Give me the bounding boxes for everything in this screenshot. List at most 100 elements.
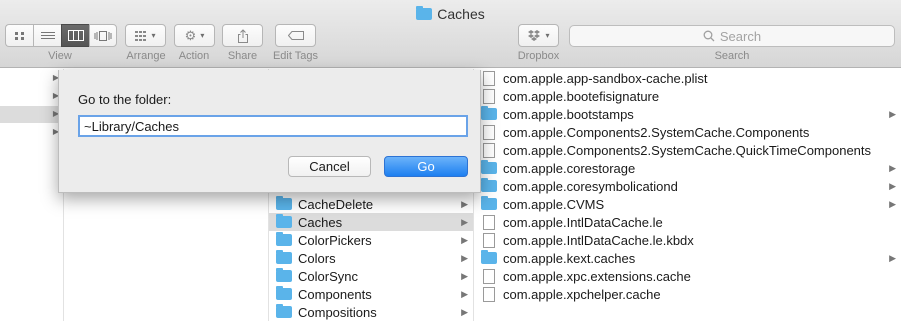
list-item[interactable]: com.apple.xpc.extensions.cache: [474, 267, 901, 285]
list-item[interactable]: com.apple.Components2.SystemCache.QuickT…: [474, 141, 901, 159]
list-view-icon[interactable]: [33, 24, 61, 47]
list-item-label: com.apple.kext.caches: [503, 250, 636, 266]
action-control[interactable]: ⚙ ▾: [174, 24, 215, 48]
list-item[interactable]: com.apple.Components2.SystemCache.Compon…: [474, 123, 901, 141]
dialog-label: Go to the folder:: [78, 92, 172, 107]
list-item[interactable]: com.apple.CVMS ▶: [474, 195, 901, 213]
list-item[interactable]: ColorPickers ▶: [269, 231, 473, 249]
list-item[interactable]: com.apple.IntlDataCache.le: [474, 213, 901, 231]
document-icon: [483, 268, 495, 284]
share-button[interactable]: [222, 24, 263, 47]
gear-icon: ⚙: [184, 27, 197, 43]
list-item-label: com.apple.xpc.extensions.cache: [503, 268, 691, 284]
list-item[interactable]: com.apple.coresymbolicationd ▶: [474, 177, 901, 195]
dropbox-icon: [528, 29, 541, 41]
folder-icon: [276, 214, 292, 228]
list-item[interactable]: ColorSync ▶: [269, 267, 473, 285]
icon-view-icon[interactable]: [5, 24, 33, 47]
dropbox-button[interactable]: ▾: [518, 24, 559, 47]
list-item-label: com.apple.IntlDataCache.le.kbdx: [503, 232, 694, 248]
document-icon: [483, 214, 495, 230]
chevron-right-icon: ▶: [889, 162, 896, 173]
list-item[interactable]: Compositions ▶: [269, 303, 473, 321]
search-label: Search: [714, 50, 750, 62]
action-label: Action: [178, 50, 210, 62]
list-item-label: com.apple.coresymbolicationd: [503, 178, 678, 194]
list-item-label: com.apple.Components2.SystemCache.QuickT…: [503, 142, 872, 158]
list-item[interactable]: CacheDelete ▶: [269, 195, 473, 213]
share-icon: [237, 28, 248, 43]
chevron-down-icon: ▾: [545, 31, 550, 40]
arrange-label: Arrange: [126, 50, 166, 62]
view-mode-control[interactable]: [5, 24, 117, 48]
folder-icon: [481, 178, 497, 192]
edit-tags-label: Edit Tags: [272, 50, 319, 62]
action-button[interactable]: ⚙ ▾: [174, 24, 215, 47]
list-item-label: ColorPickers: [298, 232, 372, 248]
list-item[interactable]: Colors ▶: [269, 249, 473, 267]
document-icon: [483, 142, 495, 158]
document-icon: [483, 124, 495, 140]
go-button[interactable]: Go: [384, 156, 468, 177]
caches-column[interactable]: com.apple.app-sandbox-cache.plist com.app…: [474, 69, 901, 321]
folder-icon: [276, 196, 292, 210]
list-item[interactable]: com.apple.kext.caches ▶: [474, 249, 901, 267]
folder-icon: [276, 250, 292, 264]
list-item[interactable]: com.apple.bootefisignature: [474, 87, 901, 105]
folder-icon: [481, 160, 497, 174]
list-item-label: ColorSync: [298, 268, 358, 284]
list-item-label: com.apple.corestorage: [503, 160, 636, 176]
chevron-right-icon: ▶: [889, 252, 896, 263]
list-item[interactable]: com.apple.bootstamps ▶: [474, 105, 901, 123]
folder-icon: [276, 232, 292, 246]
folder-path-input[interactable]: [78, 115, 468, 137]
arrange-control[interactable]: ▾: [125, 24, 166, 48]
list-item-label: com.apple.xpchelper.cache: [503, 286, 661, 302]
chevron-right-icon: ▶: [889, 198, 896, 209]
chevron-right-icon: ▶: [461, 288, 468, 299]
chevron-down-icon: ▾: [151, 31, 156, 40]
list-item-label: com.apple.IntlDataCache.le: [503, 214, 663, 230]
folder-icon: [276, 268, 292, 282]
window-title: Caches: [0, 5, 901, 23]
list-item-label: Compositions: [298, 304, 377, 320]
column-1[interactable]: ▶ ▶ ▶ ▶: [0, 69, 64, 321]
cover-flow-icon[interactable]: [89, 24, 117, 47]
list-item[interactable]: com.apple.xpchelper.cache: [474, 285, 901, 303]
list-item-label: com.apple.Components2.SystemCache.Compon…: [503, 124, 810, 140]
edit-tags-button[interactable]: [275, 24, 316, 47]
search-field[interactable]: Search: [569, 25, 895, 47]
finder-toolbar: Caches View ▾ Arrange ⚙ ▾ Action Share E…: [0, 0, 901, 68]
share-control[interactable]: [222, 24, 263, 48]
edit-tags-control[interactable]: [275, 24, 316, 48]
list-item[interactable]: Caches ▶: [269, 213, 473, 231]
chevron-right-icon: ▶: [461, 252, 468, 263]
arrange-grid-icon: [135, 30, 147, 41]
search-placeholder: Search: [719, 28, 762, 44]
folder-icon: [481, 250, 497, 264]
folder-icon: [276, 304, 292, 318]
list-item-label: com.apple.bootstamps: [503, 106, 634, 122]
view-label: View: [48, 50, 72, 62]
dropbox-control[interactable]: ▾: [518, 24, 559, 48]
folder-icon: [481, 106, 497, 120]
share-label: Share: [227, 50, 258, 62]
chevron-right-icon: ▶: [889, 108, 896, 119]
list-item-label: com.apple.app-sandbox-cache.plist: [503, 70, 708, 86]
chevron-right-icon: ▶: [461, 306, 468, 317]
chevron-right-icon: ▶: [461, 270, 468, 281]
window-title-text: Caches: [437, 6, 485, 22]
column-view-icon[interactable]: [61, 24, 89, 47]
list-item-label: com.apple.bootefisignature: [503, 88, 660, 104]
list-item[interactable]: com.apple.IntlDataCache.le.kbdx: [474, 231, 901, 249]
list-item[interactable]: com.apple.corestorage ▶: [474, 159, 901, 177]
list-item-label: Components: [298, 286, 372, 302]
cancel-button[interactable]: Cancel: [288, 156, 371, 177]
list-item-label: com.apple.CVMS: [503, 196, 605, 212]
chevron-right-icon: ▶: [461, 198, 468, 209]
folder-icon: [416, 6, 433, 20]
list-item[interactable]: com.apple.app-sandbox-cache.plist: [474, 69, 901, 87]
chevron-right-icon: ▶: [461, 234, 468, 245]
arrange-button[interactable]: ▾: [125, 24, 166, 47]
list-item[interactable]: Components ▶: [269, 285, 473, 303]
